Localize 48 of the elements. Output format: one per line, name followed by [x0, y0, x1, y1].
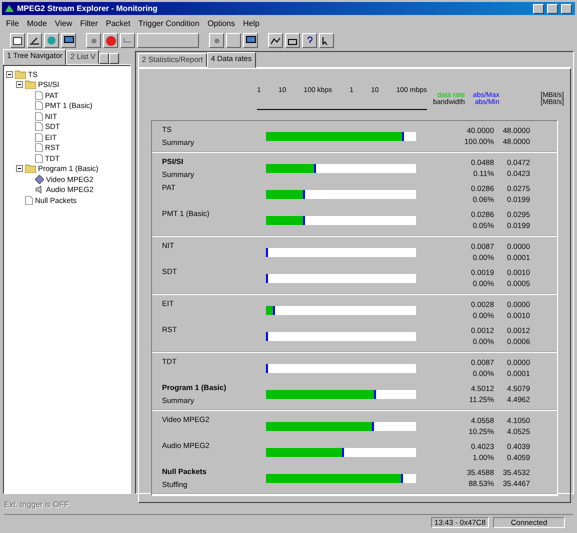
pen-icon [30, 36, 39, 44]
scroll-right-button[interactable] [109, 53, 120, 64]
app-icon [5, 4, 14, 13]
menu-item[interactable]: Mode [26, 19, 47, 28]
monitor-icon [64, 36, 74, 45]
minimize-button[interactable] [533, 4, 544, 14]
toolbar-button[interactable] [10, 33, 25, 48]
toolbar-button[interactable] [44, 33, 59, 48]
toolbar-button[interactable] [268, 33, 283, 48]
collapse-icon[interactable] [6, 70, 13, 78]
scroll-left-button[interactable] [99, 53, 110, 64]
menu-item[interactable]: View [54, 19, 72, 28]
menu-item[interactable]: Help [243, 19, 260, 28]
menu-item[interactable]: Trigger Condition [138, 19, 200, 28]
toolbar-button[interactable] [86, 33, 101, 48]
collapse-icon[interactable] [16, 165, 23, 172]
window-title: MPEG2 Stream Explorer - Monitoring [17, 4, 158, 13]
toolbar-button[interactable] [27, 33, 42, 48]
diamond-icon [35, 174, 44, 184]
help-icon [306, 36, 312, 45]
toolbar-button[interactable] [103, 33, 118, 48]
menu-item[interactable]: Packet [106, 19, 130, 28]
folder-icon [25, 80, 36, 90]
menu-item[interactable]: Filter [80, 19, 98, 28]
document-icon [25, 196, 33, 205]
toolbar-button[interactable] [319, 33, 334, 48]
folder-icon [25, 164, 36, 174]
collapse-icon[interactable] [16, 81, 23, 88]
toolbar-button[interactable] [285, 33, 300, 48]
toolbar-button[interactable] [243, 33, 258, 48]
maximize-button[interactable] [547, 4, 558, 14]
toolbar-button[interactable] [302, 33, 317, 48]
close-button[interactable] [561, 4, 572, 14]
status-hint: Ext. trigger is OFF [4, 500, 70, 509]
toolbar-button[interactable] [120, 33, 135, 48]
menu-item[interactable]: Options [207, 19, 236, 28]
chart-icon [271, 36, 280, 44]
toolbar-button[interactable] [209, 33, 224, 48]
toolbar-field[interactable] [137, 33, 199, 48]
stop-icon [106, 36, 116, 46]
monitor-icon [246, 36, 256, 45]
toolbar-button[interactable] [226, 33, 241, 48]
folder-icon [15, 70, 26, 79]
speaker-icon [35, 185, 44, 194]
toolbar-button[interactable] [61, 33, 76, 48]
menu-item[interactable]: File [6, 19, 19, 28]
dot-icon [214, 38, 220, 44]
dot-icon [90, 38, 96, 44]
